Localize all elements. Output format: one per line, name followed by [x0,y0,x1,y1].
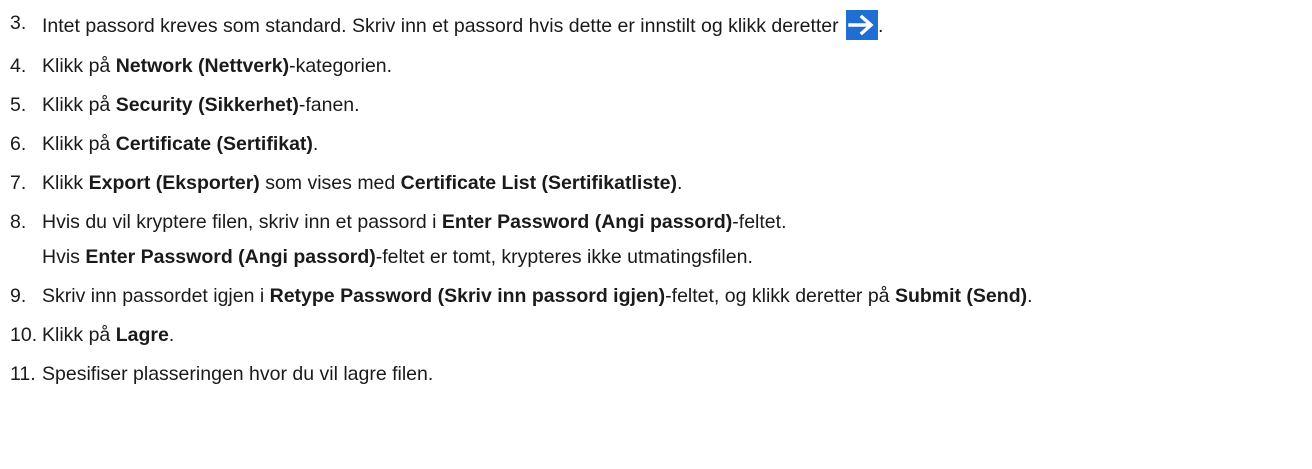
step-text: Klikk på Security (Sikkerhet)-fanen. [42,94,360,116]
step-text: Klikk på Network (Nettverk)-kategorien. [42,55,393,77]
ui-term: Submit (Send) [894,285,1028,307]
step-number: 8. [10,211,27,233]
step-text: Spesifiser plasseringen hvor du vil lagr… [42,363,434,385]
ui-term: Lagre [115,324,169,346]
step-3: 3. Intet passord kreves som standard. Sk… [10,0,1306,43]
step-8-note: Hvis Enter Password (Angi passord)-felte… [42,246,753,268]
step-4: 4. Klikk på Network (Nettverk)-kategorie… [10,43,1306,82]
step-number: 3. [10,12,27,34]
ui-term: Network (Nettverk) [115,55,290,77]
step-number: 10. [10,324,38,346]
step-text: Intet passord kreves som standard. Skriv… [42,10,1306,40]
right-arrow-icon [846,10,879,40]
instruction-list: 3. Intet passord kreves som standard. Sk… [10,0,1306,390]
ui-term: Export (Eksporter) [88,172,260,194]
step-number: 9. [10,285,27,307]
step-number: 11. [10,363,36,385]
step-text: Klikk på Certificate (Sertifikat). [42,133,319,155]
step-number: 4. [10,55,27,77]
step-text: Klikk på Lagre. [42,324,175,346]
ui-term: Retype Password (Skriv inn passord igjen… [269,285,666,307]
ui-term: Certificate (Sertifikat) [115,133,313,155]
step-text: Klikk Export (Eksporter) som vises med C… [42,172,683,194]
step-text: Hvis du vil kryptere filen, skriv inn et… [42,211,787,233]
step-9: 9. Skriv inn passordet igjen i Retype Pa… [10,273,1306,312]
step-10: 10. Klikk på Lagre. [10,312,1306,351]
step-5: 5. Klikk på Security (Sikkerhet)-fanen. [10,82,1306,121]
step-6: 6. Klikk på Certificate (Sertifikat). [10,121,1306,160]
ui-term: Security (Sikkerhet) [115,94,299,116]
ui-term: Enter Password (Angi passord) [441,211,733,233]
step-8: 8. Hvis du vil kryptere filen, skriv inn… [10,199,1306,238]
step-11: 11. Spesifiser plasseringen hvor du vil … [10,351,1306,390]
step-text: Skriv inn passordet igjen i Retype Passw… [42,285,1033,307]
step-number: 6. [10,133,27,155]
step-number: 7. [10,172,27,194]
ui-term: Enter Password (Angi passord) [85,246,376,268]
step-number: 5. [10,94,27,116]
ui-term: Certificate List (Sertifikatliste) [400,172,677,194]
step-7: 7. Klikk Export (Eksporter) som vises me… [10,160,1306,199]
